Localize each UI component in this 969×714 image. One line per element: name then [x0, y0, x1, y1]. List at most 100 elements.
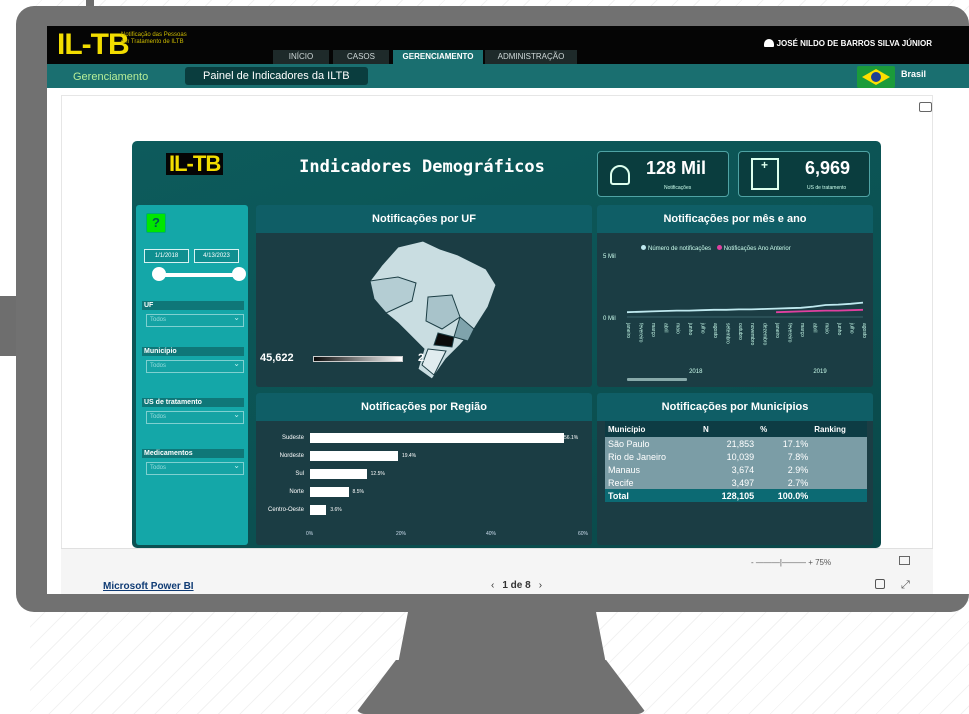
date-end-input[interactable]: 4/13/2023 — [194, 249, 239, 263]
bar-chart-title: Notificações por Região — [256, 393, 592, 421]
x-tick-label: agosto — [712, 323, 718, 338]
x-tick-label: fevereiro — [637, 323, 643, 343]
bar[interactable] — [310, 451, 398, 461]
fit-to-page-icon[interactable] — [899, 556, 910, 565]
line-chart[interactable]: 5 Mil 0 Mil janeiro fevereiro março abril maio… — [597, 245, 873, 385]
table-cell: Rio de Janeiro — [605, 450, 700, 463]
table-cell: 2.7% — [757, 476, 812, 489]
filter-select-us[interactable]: Todos — [146, 409, 244, 424]
bar-category-label: Norte — [289, 489, 304, 495]
filter-select-municipio[interactable]: Todos — [146, 358, 244, 373]
bar[interactable] — [310, 469, 367, 479]
bar[interactable] — [310, 487, 349, 497]
table-row[interactable]: São Paulo 21,853 17.1% — [605, 437, 867, 450]
bar-category-label: Nordeste — [279, 453, 304, 459]
tab-administracao[interactable]: ADMINISTRAÇÃO — [485, 50, 577, 64]
filter-sidebar: ? 1/1/2018 4/13/2023 UF Todos Município … — [136, 205, 248, 545]
user-menu[interactable]: JOSÉ NILDO DE BARROS SILVA JÚNIOR — [763, 39, 932, 48]
table-cell — [811, 476, 867, 489]
date-range-slider[interactable] — [156, 273, 238, 277]
kpi-value: 6,969 — [805, 158, 851, 178]
x-tick-label: janeiro — [774, 322, 780, 338]
tab-casos[interactable]: CASOS — [333, 50, 389, 64]
zoom-control[interactable]: - ———|——— + 75% — [751, 558, 831, 567]
x-tick-label: agosto — [861, 323, 867, 338]
table-row[interactable]: Manaus 3,674 2.9% — [605, 463, 867, 476]
filter-label-uf: UF — [142, 301, 244, 310]
series-line — [776, 308, 864, 314]
table-cell: 2.9% — [757, 463, 812, 476]
bar-value-label: 56.1% — [564, 435, 579, 441]
x-tick-label: janeiro — [625, 322, 631, 338]
column-header[interactable]: % — [757, 421, 812, 437]
table-cell: 17.1% — [757, 437, 812, 450]
date-start-input[interactable]: 1/1/2018 — [144, 249, 189, 263]
table-cell — [811, 437, 867, 450]
help-button[interactable]: ? — [146, 213, 166, 233]
fullscreen-icon[interactable]: ⤢ — [901, 579, 910, 592]
table-cell: 128,105 — [699, 489, 758, 502]
x-tick: 20% — [396, 531, 407, 537]
report-canvas: IL-TB Indicadores Demográficos 128 Mil N… — [132, 141, 881, 548]
filter-select-uf[interactable]: Todos — [146, 312, 244, 327]
monitor-neck — [398, 612, 606, 664]
table-row[interactable]: Recife 3,497 2.7% — [605, 476, 867, 489]
user-name: JOSÉ NILDO DE BARROS SILVA JÚNIOR — [776, 39, 932, 48]
x-tick-label: julho — [700, 322, 706, 334]
line-chart-panel: Notificações por mês e ano Número de not… — [597, 205, 873, 387]
tab-inicio[interactable]: INÍCIO — [273, 50, 329, 64]
x-tick-label: março — [650, 323, 656, 337]
x-tick-label: setembro — [724, 323, 730, 344]
x-tick-label: fevereiro — [786, 323, 792, 343]
x-tick-label: março — [799, 323, 805, 337]
column-header[interactable]: N — [699, 421, 758, 437]
powerbi-link[interactable]: Microsoft Power BI — [103, 581, 194, 592]
filter-select-medicamentos[interactable]: Todos — [146, 460, 244, 475]
table-cell: Manaus — [605, 463, 700, 476]
print-icon[interactable] — [919, 102, 932, 112]
column-header[interactable]: Ranking — [811, 421, 867, 437]
table-total-row: Total 128,105 100.0% — [605, 489, 867, 502]
bar-value-label: 19.4% — [401, 453, 417, 459]
bar[interactable] — [310, 433, 565, 443]
table-cell: Total — [605, 489, 700, 502]
tab-gerenciamento[interactable]: GERENCIAMENTO — [393, 50, 483, 64]
page-title: Painel de Indicadores da ILTB — [185, 67, 368, 85]
x-tick-label: maio — [675, 323, 681, 334]
table-cell: São Paulo — [605, 437, 700, 450]
table-cell — [811, 450, 867, 463]
brazil-flag-icon[interactable] — [857, 66, 895, 88]
x-tick: 0% — [306, 531, 314, 537]
slider-start-handle[interactable] — [152, 267, 166, 281]
monitor-base — [355, 660, 647, 714]
x-tick: 40% — [486, 531, 497, 537]
prev-page-icon[interactable]: ‹ — [491, 580, 494, 591]
x-tick-label: novembro — [749, 323, 755, 345]
column-header[interactable]: Município — [605, 421, 700, 437]
bar-chart-panel: Notificações por Região Sudeste 56.1% Nord… — [256, 393, 592, 545]
filter-label-medicamentos: Medicamentos — [142, 449, 244, 458]
next-page-icon[interactable]: › — [539, 580, 542, 591]
y-tick-label: 0 Mil — [603, 316, 616, 322]
breadcrumb[interactable]: Gerenciamento — [73, 71, 148, 83]
bar-category-label: Centro-Oeste — [267, 507, 304, 513]
map-legend-gradient — [313, 356, 403, 362]
scrollbar — [627, 378, 687, 381]
slider-end-handle[interactable] — [232, 267, 246, 281]
bar[interactable] — [310, 505, 327, 515]
map-legend-max: 2 — [418, 352, 425, 364]
page-indicator: 1 de 8 — [502, 580, 531, 591]
table-cell — [811, 463, 867, 476]
table-header-row: Município N % Ranking — [605, 421, 867, 437]
bar-category-label: Sul — [295, 471, 304, 477]
table-row[interactable]: Rio de Janeiro 10,039 7.8% — [605, 450, 867, 463]
x-tick: 60% — [578, 531, 589, 537]
report-logo: IL-TB — [166, 153, 224, 175]
share-icon[interactable] — [875, 579, 885, 589]
x-tick-label: maio — [824, 323, 830, 334]
municipios-table: Município N % Ranking São Paulo 21,853 17.… — [605, 421, 867, 502]
bar-category-label: Sudeste — [281, 435, 304, 441]
kpi-us-tratamento: 6,969 US de tratamento — [738, 151, 870, 197]
x-tick-label: abril — [662, 323, 668, 332]
x-tick-label: julho — [849, 322, 855, 334]
